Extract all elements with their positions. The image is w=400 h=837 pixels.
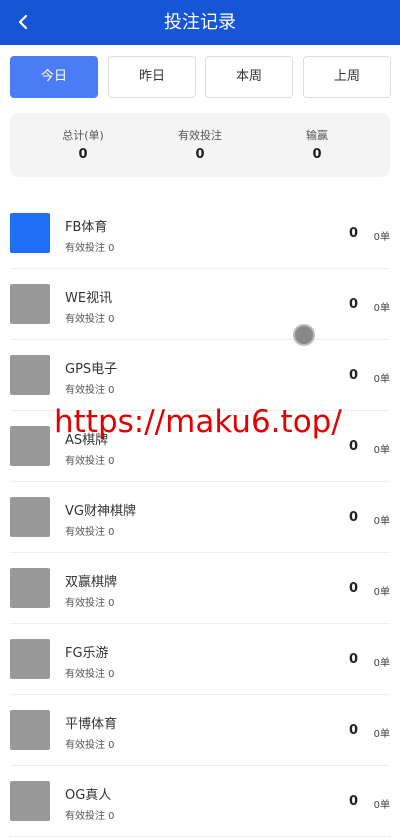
order-count: 0单 (373, 587, 390, 598)
valid-bet-text: 有效投注 0 (65, 243, 115, 254)
order-count: 0单 (373, 658, 390, 669)
valid-bet-text: 有效投注 0 (65, 598, 115, 609)
valid-bet-text: 有效投注 0 (65, 811, 115, 822)
top-bar: 投注记录 (0, 0, 400, 45)
summary-panel: 总计(单) 0 有效投注 0 输赢 0 (10, 113, 390, 177)
game-name: GPS电子 (65, 362, 118, 377)
game-name: WE视讯 (65, 291, 113, 306)
order-count: 0单 (373, 516, 390, 527)
order-count: 0单 (373, 374, 390, 385)
amount-value: 0 (348, 510, 358, 525)
list-item[interactable]: WE视讯 有效投注 0 0 0单 (10, 269, 390, 340)
page-title: 投注记录 (164, 12, 236, 33)
amount-value: 0 (348, 226, 358, 241)
valid-bet-text: 有效投注 0 (65, 314, 115, 325)
amount-value: 0 (348, 723, 358, 738)
game-name: 双赢棋牌 (65, 575, 118, 590)
watermark-url: https://maku6.top/ (54, 404, 342, 440)
list-item[interactable]: 双赢棋牌 有效投注 0 0 0单 (10, 553, 390, 624)
order-count: 0单 (373, 729, 390, 740)
amount-value: 0 (348, 652, 358, 667)
list-item[interactable]: GPS电子 有效投注 0 0 0单 (10, 340, 390, 411)
stat-label: 输赢 (306, 129, 328, 142)
stat-label: 总计(单) (62, 129, 104, 142)
list-item[interactable]: 平博体育 有效投注 0 0 0单 (10, 695, 390, 766)
order-count: 0单 (373, 232, 390, 243)
valid-bet-text: 有效投注 0 (65, 740, 115, 751)
game-thumbnail (10, 568, 50, 608)
list-item[interactable]: FG乐游 有效投注 0 0 0单 (10, 624, 390, 695)
game-thumbnail (10, 355, 50, 395)
bet-record-list: FB体育 有效投注 0 0 0单 WE视讯 有效投注 0 0 0单 GPS电子 … (0, 198, 400, 837)
game-thumbnail (10, 284, 50, 324)
tab-this-week[interactable]: 本周 (205, 56, 293, 98)
game-name: 平博体育 (65, 717, 118, 732)
game-thumbnail (10, 213, 50, 253)
game-thumbnail (10, 781, 50, 821)
valid-bet-text: 有效投注 0 (65, 669, 115, 680)
stat-value: 0 (312, 147, 322, 162)
valid-bet-text: 有效投注 0 (65, 527, 115, 538)
game-thumbnail (10, 710, 50, 750)
game-thumbnail (10, 639, 50, 679)
stat-valid-bets: 有效投注 0 (145, 128, 255, 162)
game-name: OG真人 (65, 788, 112, 803)
order-count: 0单 (373, 445, 390, 456)
game-thumbnail (10, 426, 50, 466)
valid-bet-text: 有效投注 0 (65, 456, 115, 467)
stat-win-loss: 输赢 0 (262, 128, 372, 162)
list-item[interactable]: OG真人 有效投注 0 0 0单 (10, 766, 390, 837)
stat-value: 0 (78, 147, 88, 162)
game-name: VG财神棋牌 (65, 504, 136, 519)
order-count: 0单 (373, 303, 390, 314)
tab-today[interactable]: 今日 (10, 56, 98, 98)
game-thumbnail (10, 497, 50, 537)
stat-label: 有效投注 (178, 129, 222, 142)
stat-value: 0 (195, 147, 205, 162)
amount-value: 0 (348, 581, 358, 596)
floating-assistive-button[interactable] (293, 324, 315, 346)
list-item[interactable]: VG财神棋牌 有效投注 0 0 0单 (10, 482, 390, 553)
valid-bet-text: 有效投注 0 (65, 385, 115, 396)
date-tabs: 今日 昨日 本周 上周 (0, 56, 400, 98)
list-item[interactable]: FB体育 有效投注 0 0 0单 (10, 198, 390, 269)
tab-yesterday[interactable]: 昨日 (108, 56, 196, 98)
amount-value: 0 (348, 439, 358, 454)
amount-value: 0 (348, 368, 358, 383)
game-name: FG乐游 (65, 646, 109, 661)
order-count: 0单 (373, 800, 390, 811)
amount-value: 0 (348, 794, 358, 809)
stat-total-orders: 总计(单) 0 (28, 128, 138, 162)
tab-last-week[interactable]: 上周 (303, 56, 391, 98)
game-name: FB体育 (65, 220, 108, 235)
amount-value: 0 (348, 297, 358, 312)
